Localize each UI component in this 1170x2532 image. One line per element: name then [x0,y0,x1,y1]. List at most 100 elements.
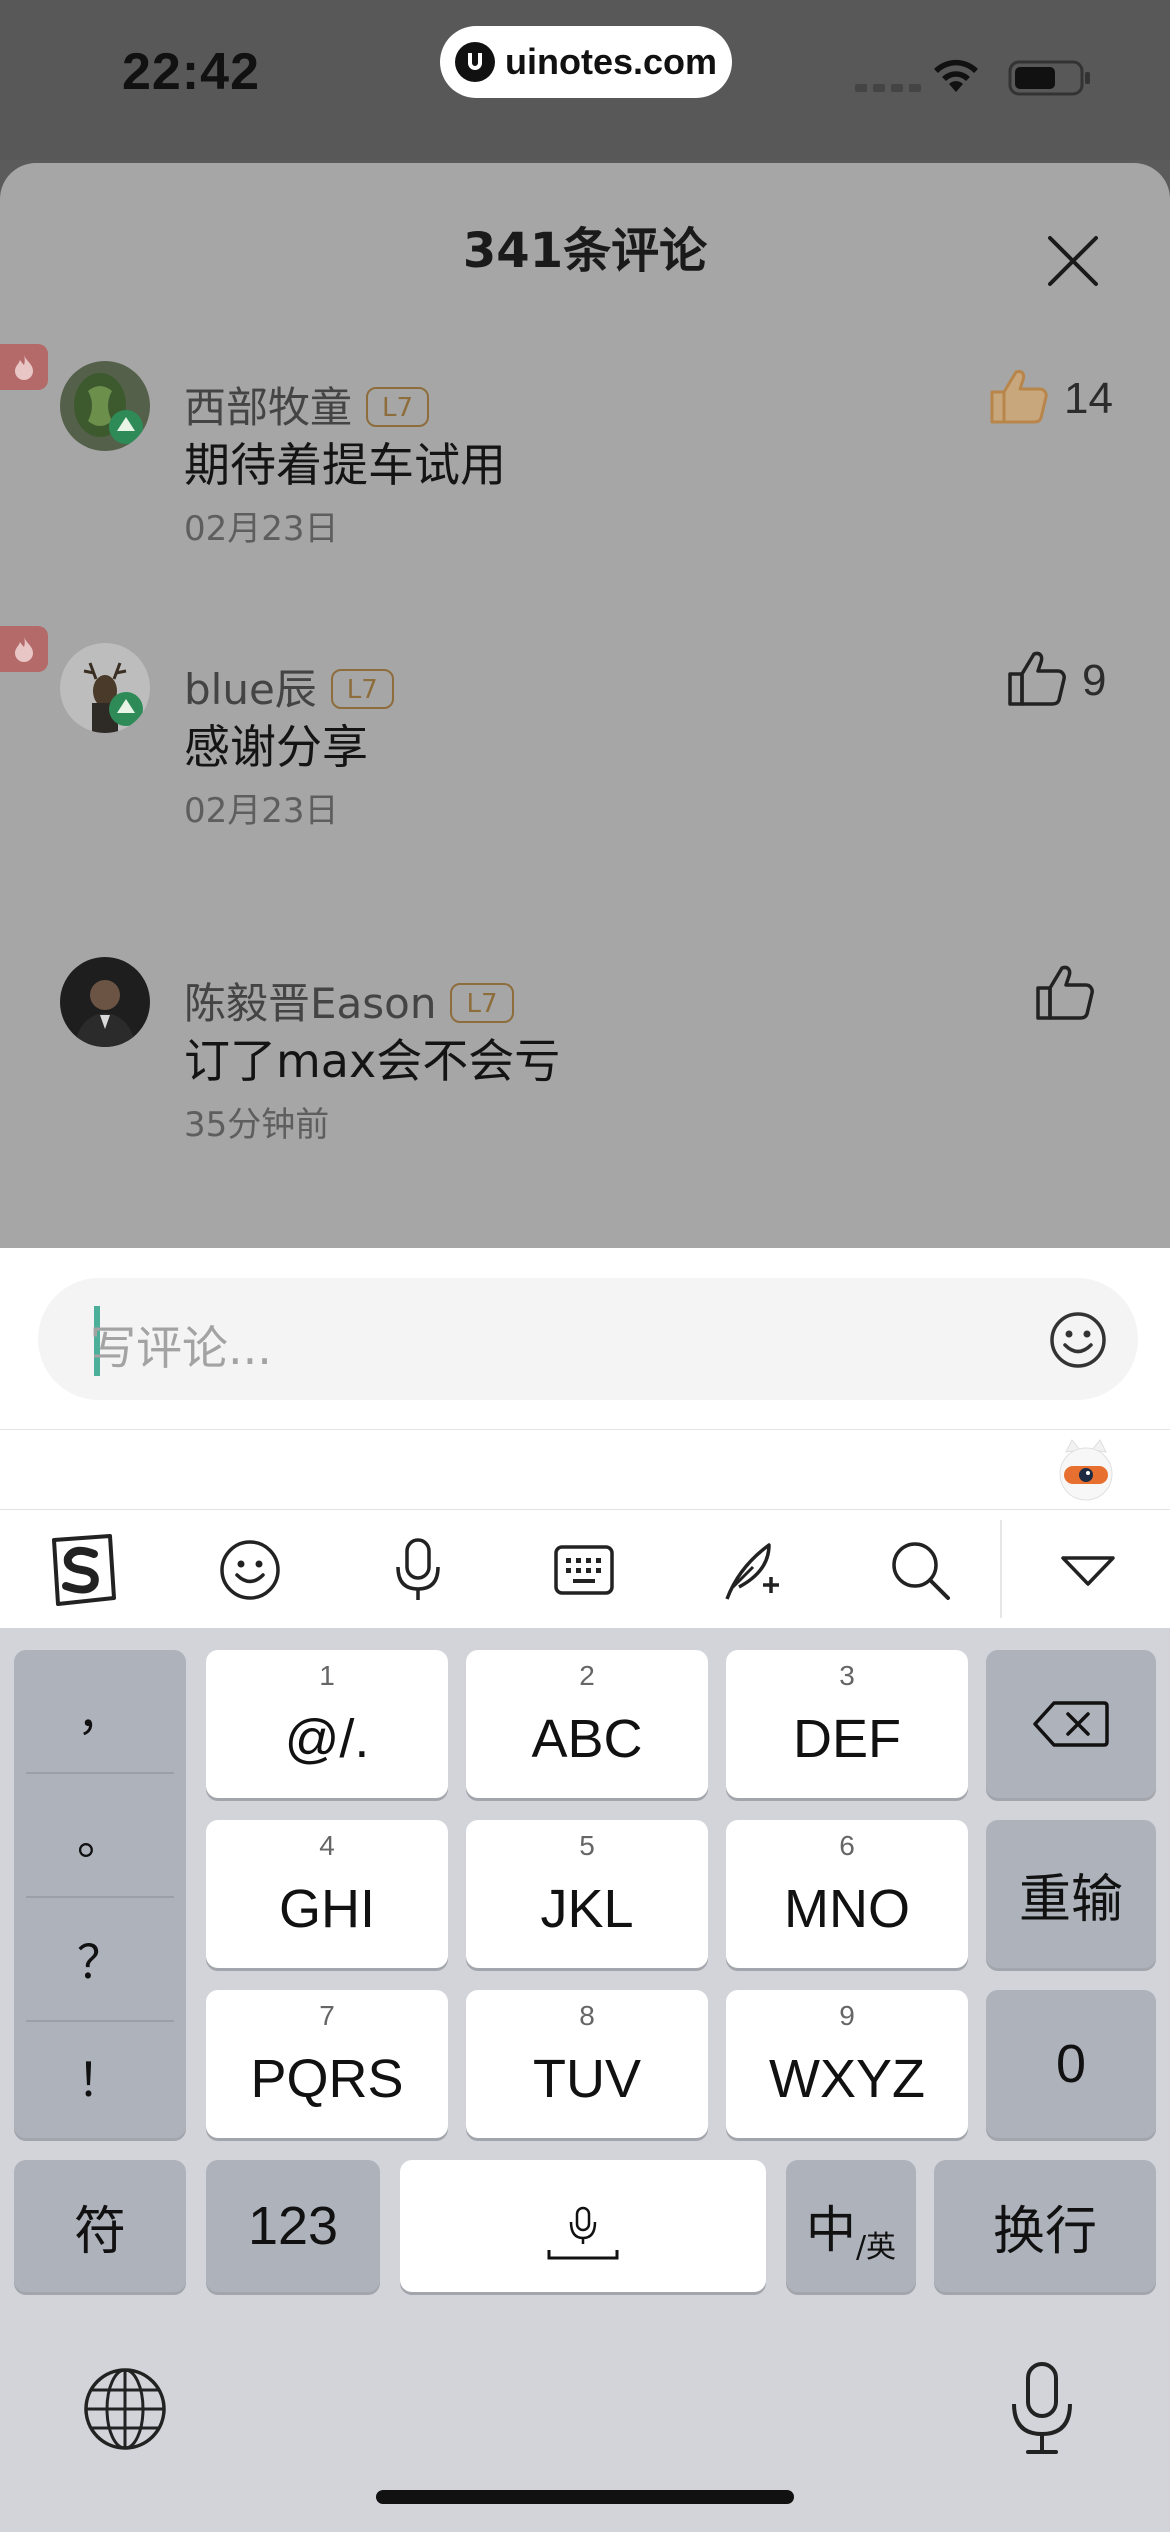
symbols-key[interactable]: 符 [14,2160,186,2292]
flame-icon [15,355,33,380]
comment-text: 感谢分享 [184,720,368,774]
punct-key-period[interactable]: 。 [14,1774,186,1896]
username-text[interactable]: 陈毅晋Eason [184,979,436,1028]
comment-input[interactable]: 写评论... [38,1278,1138,1400]
backspace-key[interactable] [986,1650,1156,1798]
key-label: 0 [1055,2034,1087,2094]
key-number: 5 [579,1830,595,1861]
toolbar-divider [1000,1520,1002,1618]
thumbs-up-icon[interactable] [1004,646,1068,710]
like-count: 14 [1064,374,1113,423]
punct-key-comma[interactable]: ， [14,1650,186,1772]
key-label: JKL [540,1879,634,1939]
key-2[interactable]: 2 ABC [466,1650,708,1798]
key-3[interactable]: 3 DEF [726,1650,968,1798]
key-7[interactable]: 7 PQRS [206,1990,448,2138]
hot-badge [0,344,48,390]
key-number: 7 [319,2000,335,2031]
key-number: 6 [839,1830,855,1861]
reenter-key[interactable]: 重输 [986,1820,1156,1968]
key-label: PQRS [250,2049,404,2109]
key-sublabel: /英 [855,2230,897,2265]
like-count: 9 [1082,656,1107,705]
numbers-key[interactable]: 123 [206,2160,380,2292]
emoji-icon[interactable] [1048,1310,1108,1370]
dictation-microphone-icon[interactable] [1004,2360,1080,2456]
avatar[interactable] [60,957,150,1047]
username-text[interactable]: blue辰 [184,665,317,714]
comment-username[interactable]: blue辰 L7 [184,656,394,717]
collapse-keyboard-icon[interactable] [1050,1532,1126,1608]
comment-username[interactable]: 陈毅晋Eason L7 [184,970,514,1031]
key-0[interactable]: 0 [986,1990,1156,2138]
key-8[interactable]: 8 TUV [466,1990,708,2138]
comments-count-title: 341条评论 [462,223,708,279]
keyboard-icon[interactable] [546,1532,622,1608]
thumbs-up-icon[interactable] [1032,960,1096,1024]
globe-icon[interactable] [82,2366,168,2452]
key-9[interactable]: 9 WXYZ [726,1990,968,2138]
key-number: 1 [319,1660,335,1691]
handwriting-icon[interactable] [714,1532,790,1608]
newline-key[interactable]: 换行 [934,2160,1156,2292]
thumbs-up-icon[interactable] [986,364,1050,428]
key-number: 3 [839,1660,855,1691]
backspace-icon [1033,1701,1109,1747]
comment-text: 期待着提车试用 [184,438,506,492]
key-1[interactable]: 1 @/. [206,1650,448,1798]
comment-date: 35分钟前 [184,1105,330,1145]
cellular-signal-icon [855,84,921,92]
level-badge: L7 [330,669,394,709]
close-icon[interactable] [1042,230,1104,292]
username-text[interactable]: 西部牧童 [184,383,352,432]
key-5[interactable]: 5 JKL [466,1820,708,1968]
comment-item: 西部牧童 L7 期待着提车试用 02月23日 14 [0,344,1170,641]
comment-username[interactable]: 西部牧童 L7 [184,374,430,435]
key-number: 4 [319,1830,335,1861]
key-label: 中 [805,2201,856,2259]
key-label: 123 [247,2196,339,2256]
key-number: 9 [839,2000,855,2031]
url-pill: uinotes.com [440,26,732,98]
search-icon[interactable] [882,1532,958,1608]
key-number: 8 [579,2000,595,2031]
key-label: WXYZ [769,2049,925,2109]
comment-item: 陈毅晋Eason L7 订了max会不会亏 35分钟前 [0,957,1170,1237]
home-indicator[interactable] [376,2490,794,2504]
punct-key-question[interactable]: ？ [14,1898,186,2020]
space-key[interactable] [400,2160,766,2292]
punctuation-column: ， 。 ？ ！ [14,1650,186,2138]
comment-date: 02月23日 [184,509,339,549]
key-label: 重输 [1018,1869,1123,1930]
microphone-icon[interactable] [380,1532,456,1608]
battery-icon [1008,60,1090,96]
key-label: ABC [531,1709,643,1769]
punct-key-exclaim[interactable]: ！ [14,2016,186,2138]
hot-badge [0,626,48,672]
emoji-icon[interactable] [212,1532,288,1608]
key-label: TUV [533,2049,641,2109]
status-time: 22:42 [122,43,260,101]
comments-sheet: 341条评论 西部牧童 L7 期待着提车试用 02月23日 14 blue辰 L… [0,163,1170,1248]
wifi-icon [934,59,978,92]
key-number: 2 [579,1660,595,1691]
key-label: GHI [278,1879,375,1939]
assistant-mascot-icon[interactable] [1056,1438,1116,1502]
level-badge: L7 [366,387,430,427]
key-label: 符 [73,2201,126,2262]
comment-date: 02月23日 [184,791,339,831]
sogou-logo-icon[interactable] [44,1532,120,1608]
key-4[interactable]: 4 GHI [206,1820,448,1968]
url-text: uinotes.com [504,41,718,82]
key-label: MNO [784,1879,910,1939]
language-switch-key[interactable]: 中/英 [786,2160,916,2292]
avatar[interactable] [60,643,150,733]
space-mic-icon [547,2206,619,2260]
avatar[interactable] [60,361,150,451]
flame-icon [15,637,33,662]
comment-input-bar: 写评论... [0,1248,1170,1430]
comment-item: blue辰 L7 感谢分享 02月23日 9 [0,626,1170,923]
status-bar: 22:42 uinotes.com [0,0,1170,160]
key-6[interactable]: 6 MNO [726,1820,968,1968]
level-badge: L7 [450,983,514,1023]
